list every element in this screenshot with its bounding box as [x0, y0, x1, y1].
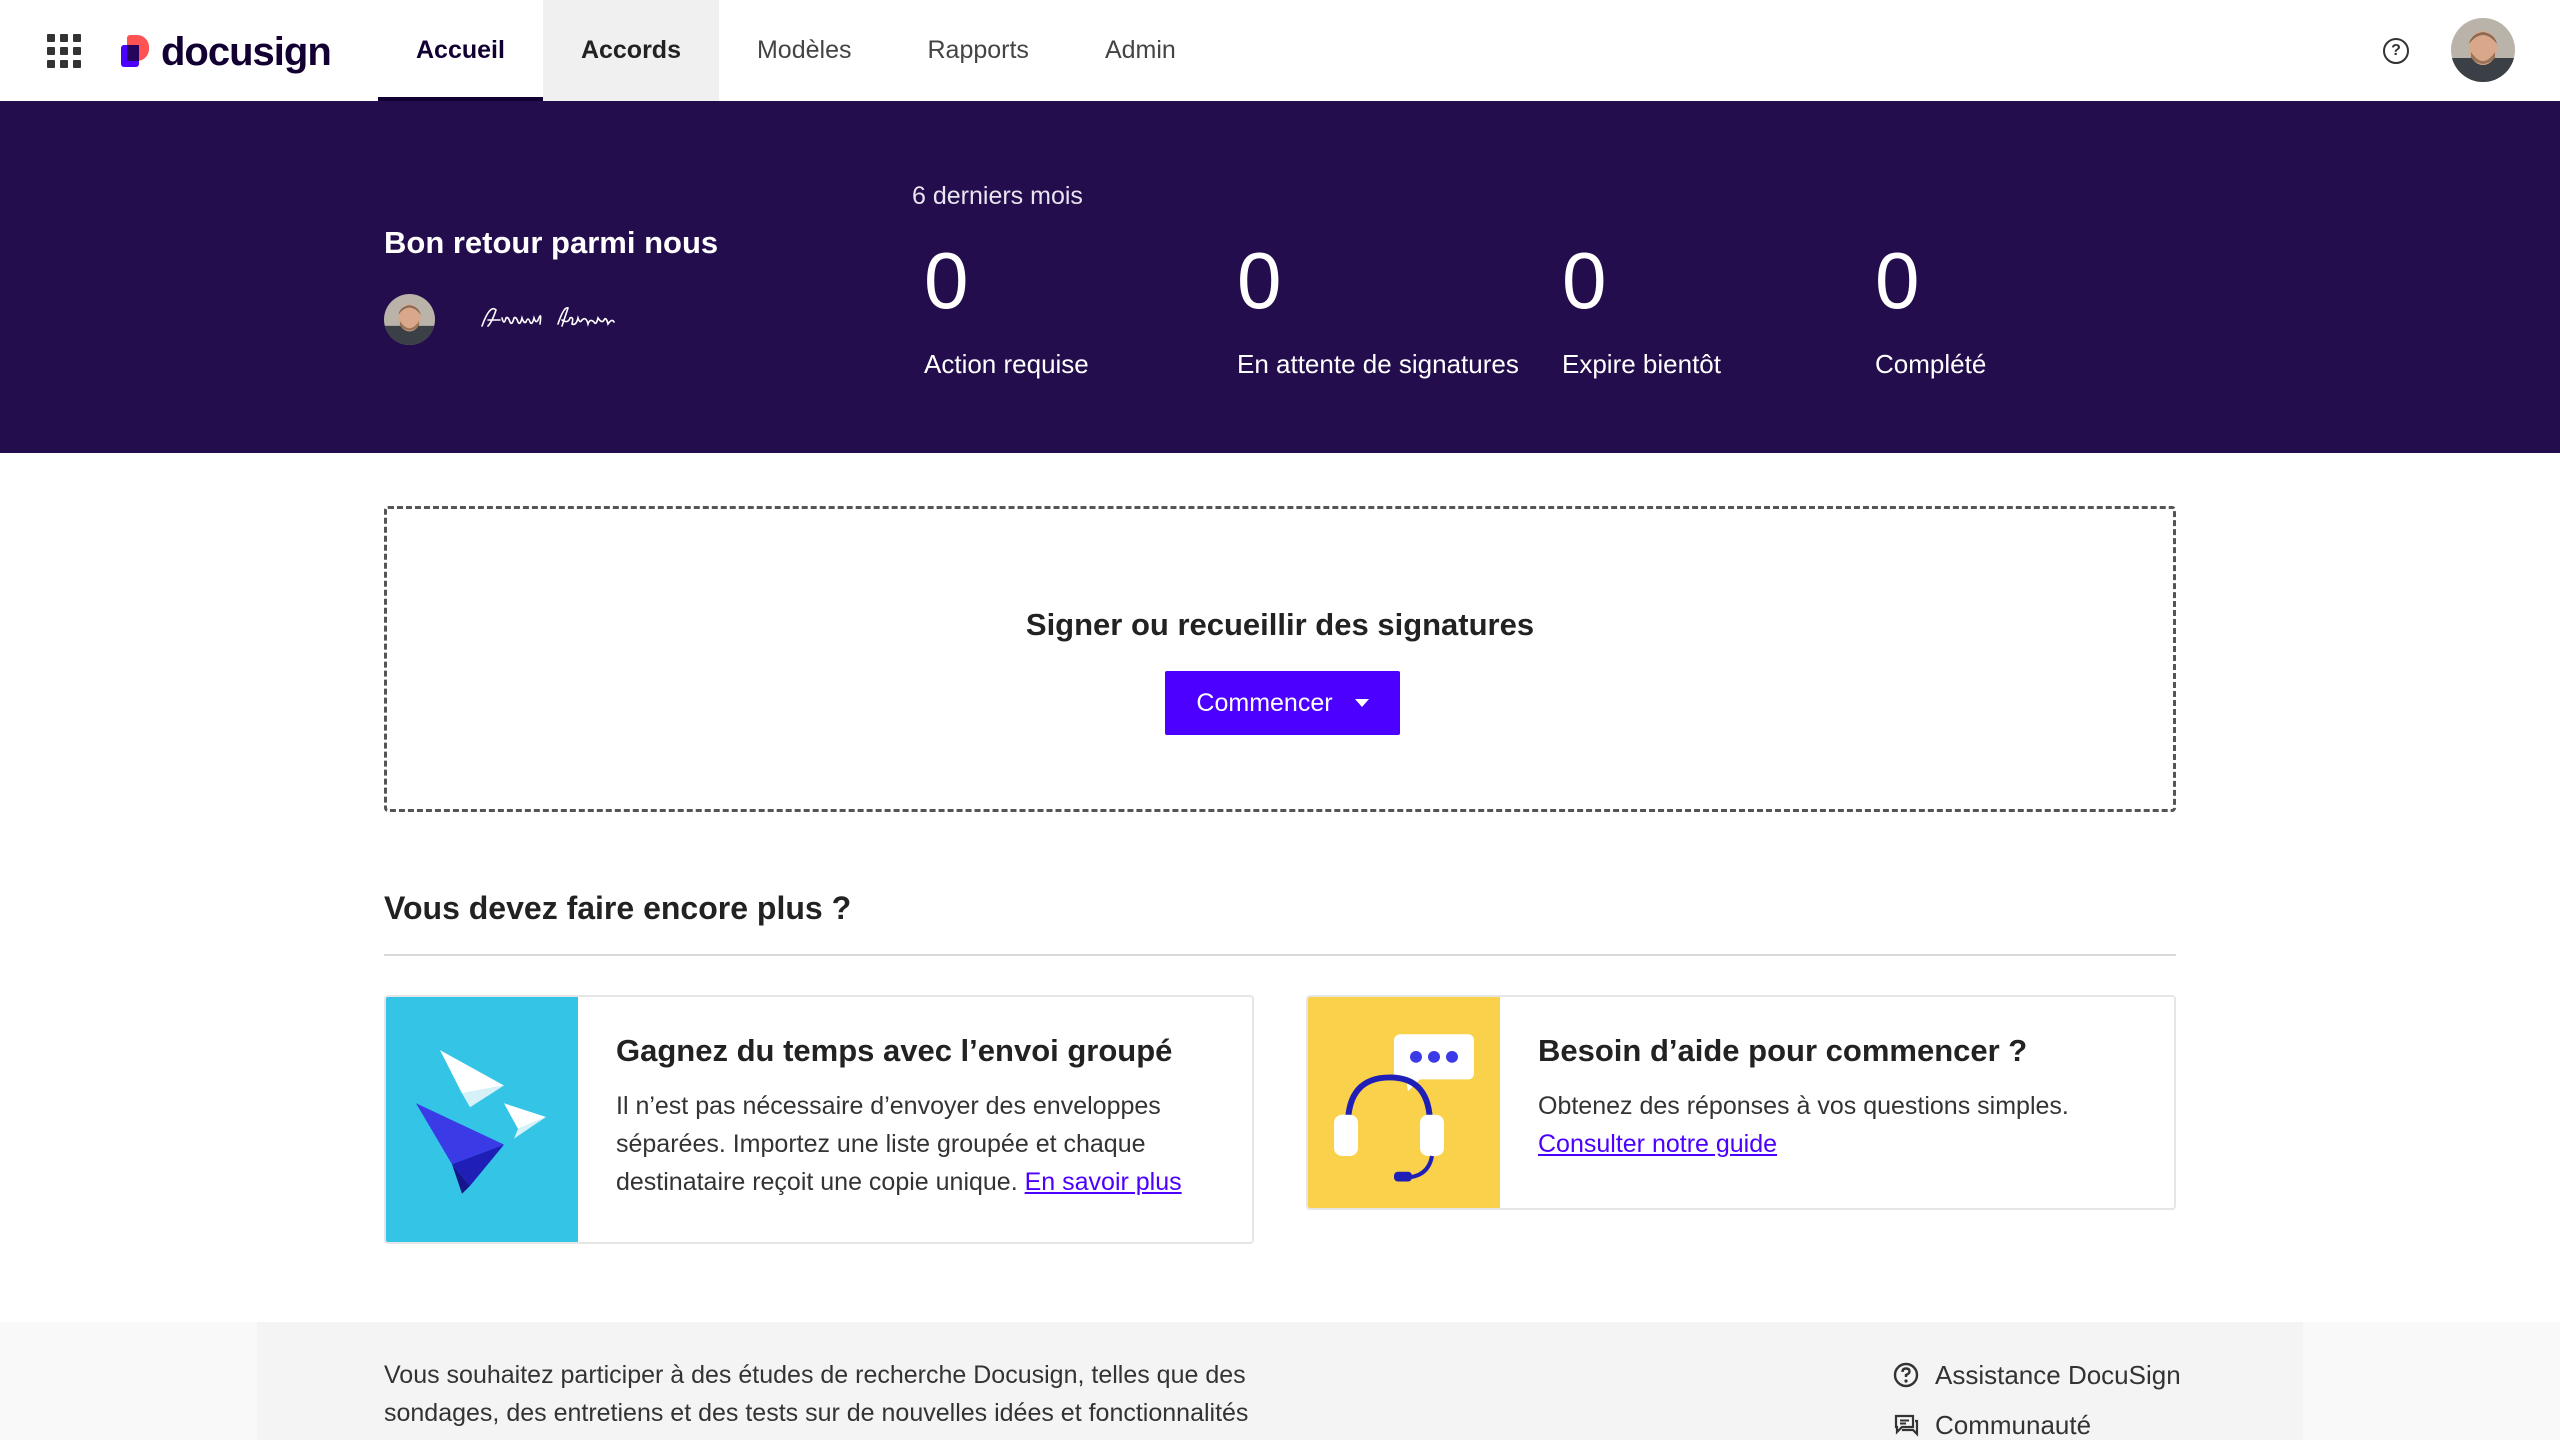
- divider: [384, 954, 2176, 956]
- logo-text: docusign: [161, 29, 332, 74]
- top-navigation: docusign Accueil Accords Modèles Rapport…: [0, 0, 2560, 101]
- user-avatar[interactable]: [2451, 18, 2515, 82]
- tab-admin[interactable]: Admin: [1067, 0, 1214, 101]
- welcome-heading: Bon retour parmi nous: [384, 225, 719, 260]
- promo-description: Obtenez des réponses à vos questions sim…: [1538, 1092, 2069, 1120]
- more-section-title: Vous devez faire encore plus ?: [384, 890, 852, 926]
- stat-value: 0: [924, 236, 969, 325]
- chevron-down-icon: [1354, 699, 1369, 707]
- app-launcher-icon[interactable]: [47, 34, 81, 68]
- start-button-label: Commencer: [1196, 688, 1333, 717]
- help-icon[interactable]: ?: [2383, 38, 2409, 64]
- main-tabs: Accueil Accords Modèles Rapports Admin: [378, 0, 1214, 101]
- promo-body: Besoin d’aide pour commencer ? Obtenez d…: [1538, 1033, 2144, 1163]
- start-button[interactable]: Commencer: [1165, 671, 1400, 735]
- help-circle-icon: [1893, 1362, 1919, 1388]
- start-title: Signer ou recueillir des signatures: [1025, 607, 1535, 642]
- start-dropzone[interactable]: Signer ou recueillir des signatures Comm…: [384, 506, 2176, 812]
- headset-illustration: [1308, 997, 1500, 1208]
- promo-title: Gagnez du temps avec l’envoi groupé: [616, 1033, 1173, 1068]
- footer-links: Assistance DocuSign Communauté: [1893, 1356, 2181, 1440]
- stat-value: 0: [1875, 236, 1920, 325]
- tab-accueil[interactable]: Accueil: [378, 0, 543, 101]
- research-invite-text: Vous souhaitez participer à des études d…: [384, 1361, 1249, 1427]
- stat-label: Action requise: [924, 349, 1089, 379]
- footer: Vous souhaitez participer à des études d…: [257, 1322, 2303, 1440]
- promo-body: Gagnez du temps avec l’envoi groupé Il n…: [616, 1033, 1222, 1201]
- tab-modeles[interactable]: Modèles: [719, 0, 890, 101]
- stat-completed[interactable]: 0 Complété: [1875, 241, 1986, 380]
- tab-accords[interactable]: Accords: [542, 0, 719, 101]
- paper-planes-illustration: [386, 997, 578, 1242]
- dashboard-hero: Bon retour parmi nous 6 derniers mois 0 …: [0, 101, 2560, 453]
- user-avatar-small: [384, 294, 435, 345]
- stat-value: 0: [1562, 236, 1607, 325]
- docusign-logo[interactable]: docusign: [121, 29, 332, 74]
- learn-more-link[interactable]: En savoir plus: [1025, 1168, 1182, 1196]
- user-signature[interactable]: [478, 296, 678, 336]
- stat-value: 0: [1237, 236, 1282, 325]
- community-link[interactable]: Communauté: [1893, 1406, 2181, 1440]
- docusign-support-link[interactable]: Assistance DocuSign: [1893, 1356, 2181, 1394]
- tab-rapports[interactable]: Rapports: [889, 0, 1066, 101]
- docusign-logo-mark-icon: [121, 35, 153, 69]
- stats-period: 6 derniers mois: [912, 182, 1083, 210]
- promo-card-bulk-send: Gagnez du temps avec l’envoi groupé Il n…: [384, 995, 1254, 1244]
- chat-icon: [1893, 1412, 1919, 1438]
- guide-link[interactable]: Consulter notre guide: [1538, 1130, 1777, 1158]
- promo-card-help: Besoin d’aide pour commencer ? Obtenez d…: [1306, 995, 2176, 1210]
- stat-action-required[interactable]: 0 Action requise: [924, 241, 1089, 380]
- stat-label: Complété: [1875, 349, 1987, 379]
- stat-expiring-soon[interactable]: 0 Expire bientôt: [1562, 241, 1721, 380]
- promo-title: Besoin d’aide pour commencer ?: [1538, 1033, 2028, 1068]
- stat-label: Expire bientôt: [1562, 349, 1721, 379]
- stat-label: En attente de signatures: [1237, 349, 1519, 379]
- stat-waiting-signatures[interactable]: 0 En attente de signatures: [1237, 241, 1519, 380]
- footer-link-label: Communauté: [1935, 1409, 2092, 1440]
- promo-text: Obtenez des réponses à vos questions sim…: [1538, 1087, 2144, 1163]
- promo-text: Il n’est pas nécessaire d’envoyer des en…: [616, 1087, 1222, 1201]
- footer-link-label: Assistance DocuSign: [1935, 1359, 2181, 1390]
